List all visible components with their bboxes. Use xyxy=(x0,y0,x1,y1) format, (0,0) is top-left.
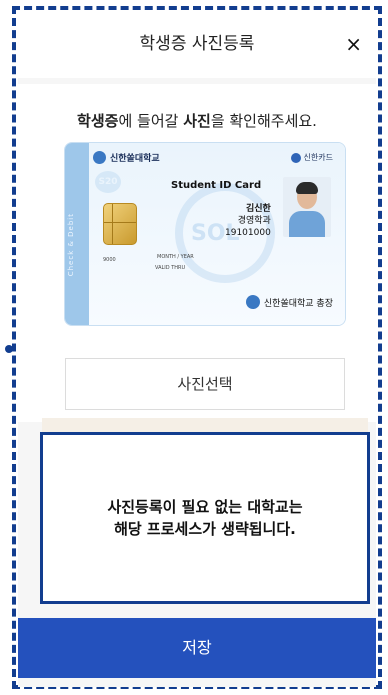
student-photo xyxy=(283,177,331,237)
issuer-text: 신한쏠대학교 총장 xyxy=(263,298,333,309)
card-small-text-valid: VALID THRU xyxy=(155,265,186,271)
card-chip-icon xyxy=(103,203,137,245)
student-info: 김신한 경영학과 19101000 xyxy=(225,203,271,239)
frame-dot xyxy=(5,345,13,353)
issuer-logo-icon xyxy=(245,295,260,309)
prompt-keyword-photo: 사진 xyxy=(183,112,211,130)
prompt-text-a: 에 들어갈 xyxy=(118,112,184,130)
header: 학생증 사진등록 × xyxy=(18,14,376,78)
notice-line-2: 해당 프로세스가 생략됩니다. xyxy=(114,520,296,538)
card-side-strip: Check & Debit xyxy=(65,143,89,325)
main-content: 학생증에 들어갈 사진을 확인해주세요. Check & Debit SOL 신… xyxy=(18,84,376,422)
university-logo-text: 신한쏠대학교 xyxy=(110,154,160,164)
page-title: 학생증 사진등록 xyxy=(139,34,255,54)
close-icon[interactable]: × xyxy=(345,14,362,74)
student-name: 김신한 xyxy=(245,204,271,214)
card-small-text-mid: MONTH / YEAR xyxy=(157,254,194,260)
university-logo-icon xyxy=(93,151,106,164)
card-brand-text: 신한카드 xyxy=(303,153,333,162)
select-photo-button[interactable]: 사진선택 xyxy=(65,358,345,410)
notice-line-1: 사진등록이 필요 없는 대학교는 xyxy=(107,498,303,516)
card-strip-text: Check & Debit xyxy=(67,213,75,277)
card-brand-icon xyxy=(290,152,301,163)
save-button[interactable]: 저장 xyxy=(18,618,376,678)
student-number: 19101000 xyxy=(225,228,271,238)
notice-text: 사진등록이 필요 없는 대학교는해당 프로세스가 생략됩니다. xyxy=(107,496,302,540)
s20-badge: S20 xyxy=(95,171,121,193)
photo-hair xyxy=(296,182,318,194)
card-brand-logo: 신한카드 xyxy=(290,152,333,163)
screen: 학생증 사진등록 × 학생증에 들어갈 사진을 확인해주세요. Check & … xyxy=(18,14,376,687)
beige-strip xyxy=(42,418,368,432)
instruction-text: 학생증에 들어갈 사진을 확인해주세요. xyxy=(18,110,376,131)
card-title: Student ID Card xyxy=(171,180,262,191)
student-department: 경영학과 xyxy=(237,216,271,226)
prompt-keyword-id: 학생증 xyxy=(77,112,119,130)
student-id-card: Check & Debit SOL 신한쏠대학교 신한카드 S20 Studen… xyxy=(64,142,346,326)
card-issuer: 신한쏠대학교 총장 xyxy=(245,295,333,309)
prompt-text-b: 을 확인해주세요. xyxy=(210,112,317,130)
notice-box: 사진등록이 필요 없는 대학교는해당 프로세스가 생략됩니다. xyxy=(40,432,370,604)
university-logo: 신한쏠대학교 xyxy=(93,151,160,164)
card-small-text-left: 9000 xyxy=(103,257,116,263)
photo-body xyxy=(289,211,325,237)
